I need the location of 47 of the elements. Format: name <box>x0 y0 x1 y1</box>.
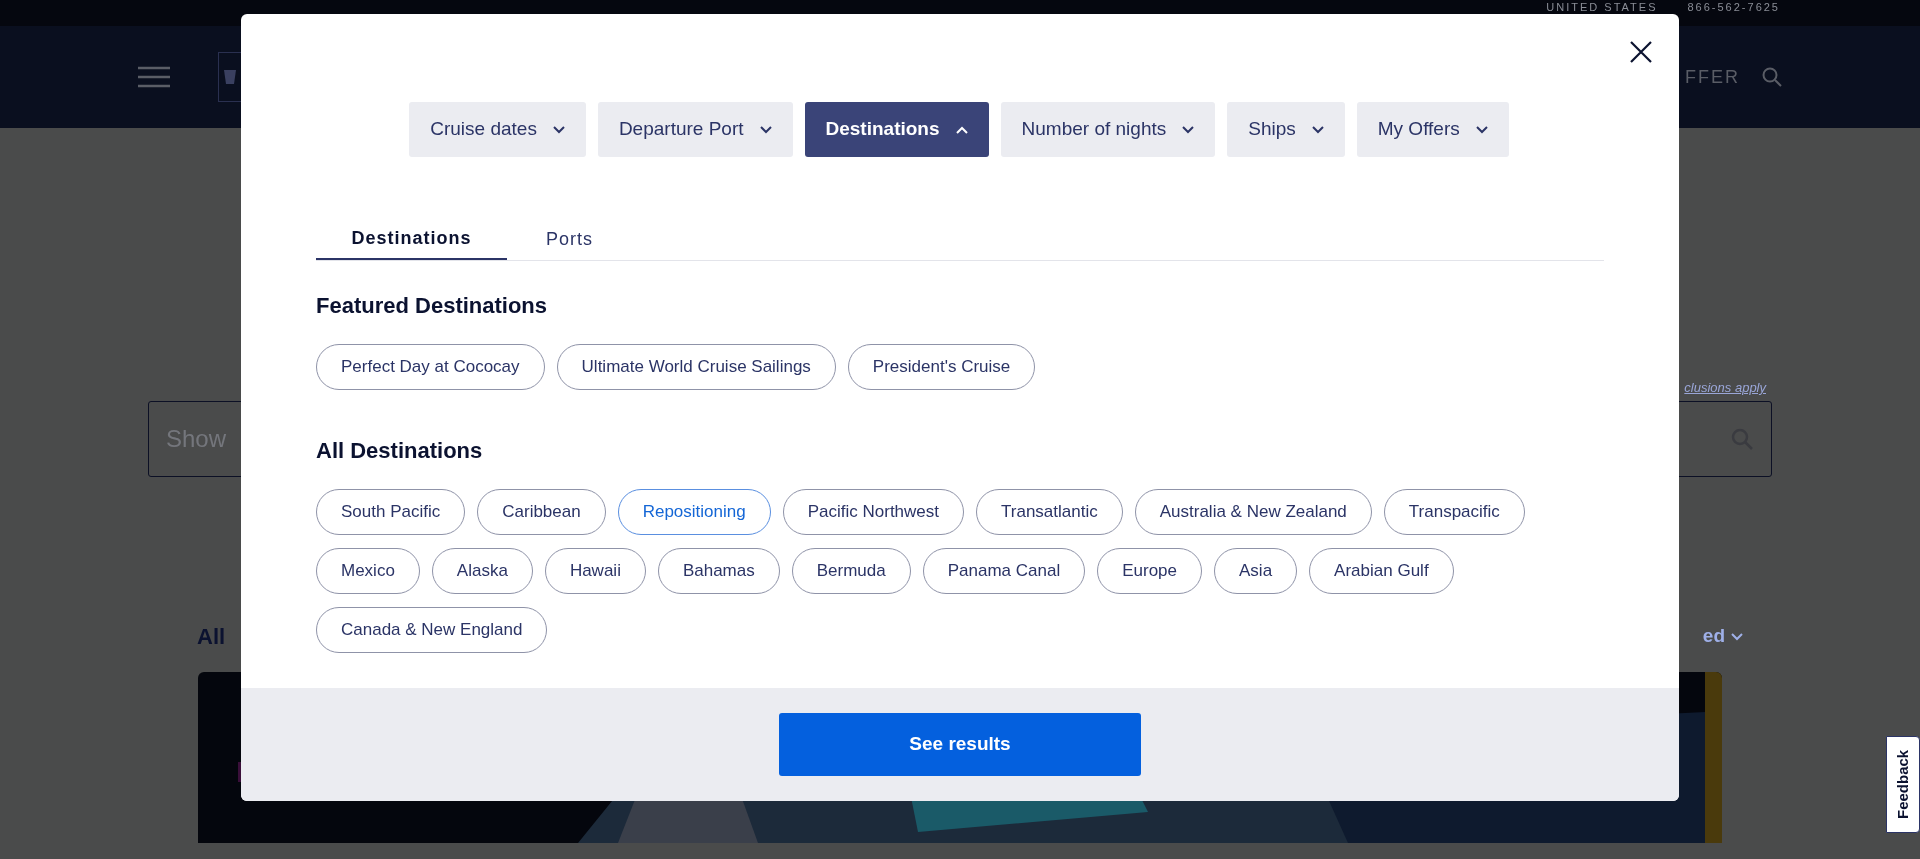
destination-chip[interactable]: Ultimate World Cruise Sailings <box>556 344 836 390</box>
destination-chip[interactable]: Repositioning <box>617 489 771 535</box>
destination-chip[interactable]: Bermuda <box>791 548 911 594</box>
destination-chip[interactable]: South Pacific <box>316 489 466 535</box>
destination-chip[interactable]: Mexico <box>316 548 420 594</box>
country-label[interactable]: UNITED STATES <box>1546 1 1658 13</box>
search-icon[interactable] <box>1762 67 1782 87</box>
tab[interactable]: Ports <box>507 219 632 260</box>
destination-chip[interactable]: Asia <box>1214 548 1298 594</box>
filter-dropdown[interactable]: Number of nights <box>1000 102 1216 157</box>
filter-dropdown[interactable]: Departure Port <box>597 102 793 157</box>
phone-number[interactable]: 866-562-7625 <box>1687 1 1780 13</box>
close-icon <box>1630 41 1652 63</box>
see-results-button[interactable]: See results <box>779 713 1141 776</box>
filter-dropdown[interactable]: Ships <box>1227 102 1345 157</box>
section-heading: All <box>197 623 226 651</box>
feedback-tab[interactable]: Feedback <box>1886 736 1920 833</box>
chevron-down-icon <box>1731 632 1743 641</box>
destination-chip[interactable]: Bahamas <box>657 548 780 594</box>
sort-dropdown[interactable]: ed <box>1702 622 1743 651</box>
destination-chip[interactable]: Canada & New England <box>316 607 548 653</box>
destination-chip[interactable]: Pacific Northwest <box>782 489 965 535</box>
chevron-up-icon <box>955 125 968 134</box>
destination-chip[interactable]: President's Cruise <box>847 344 1036 390</box>
all-destinations-heading: All Destinations <box>316 437 484 465</box>
destination-chip[interactable]: Transpacific <box>1383 489 1525 535</box>
chevron-down-icon <box>552 125 565 134</box>
exclusions-link[interactable]: clusions apply <box>1684 378 1766 398</box>
menu-icon[interactable] <box>138 66 170 88</box>
chevron-down-icon <box>1475 125 1488 134</box>
destination-chip[interactable]: Perfect Day at Cococay <box>316 344 545 390</box>
destination-chip[interactable]: Australia & New Zealand <box>1134 489 1372 535</box>
filter-dropdown[interactable]: My Offers <box>1356 102 1509 157</box>
destination-chip[interactable]: Arabian Gulf <box>1309 548 1454 594</box>
destination-chip[interactable]: Panama Canal <box>922 548 1086 594</box>
filter-dropdown[interactable]: Destinations <box>804 102 989 157</box>
destination-chip[interactable]: Transatlantic <box>976 489 1123 535</box>
featured-heading: Featured Destinations <box>316 292 549 320</box>
tab[interactable]: Destinations <box>316 219 507 260</box>
filter-dropdown[interactable]: Cruise dates <box>409 102 586 157</box>
destination-chip[interactable]: Europe <box>1097 548 1203 594</box>
chevron-down-icon <box>759 125 772 134</box>
chevron-down-icon <box>1182 125 1195 134</box>
destination-chip[interactable]: Caribbean <box>477 489 606 535</box>
chevron-down-icon <box>1311 125 1324 134</box>
destination-chip[interactable]: Alaska <box>431 548 533 594</box>
destination-chip[interactable]: Hawaii <box>544 548 646 594</box>
